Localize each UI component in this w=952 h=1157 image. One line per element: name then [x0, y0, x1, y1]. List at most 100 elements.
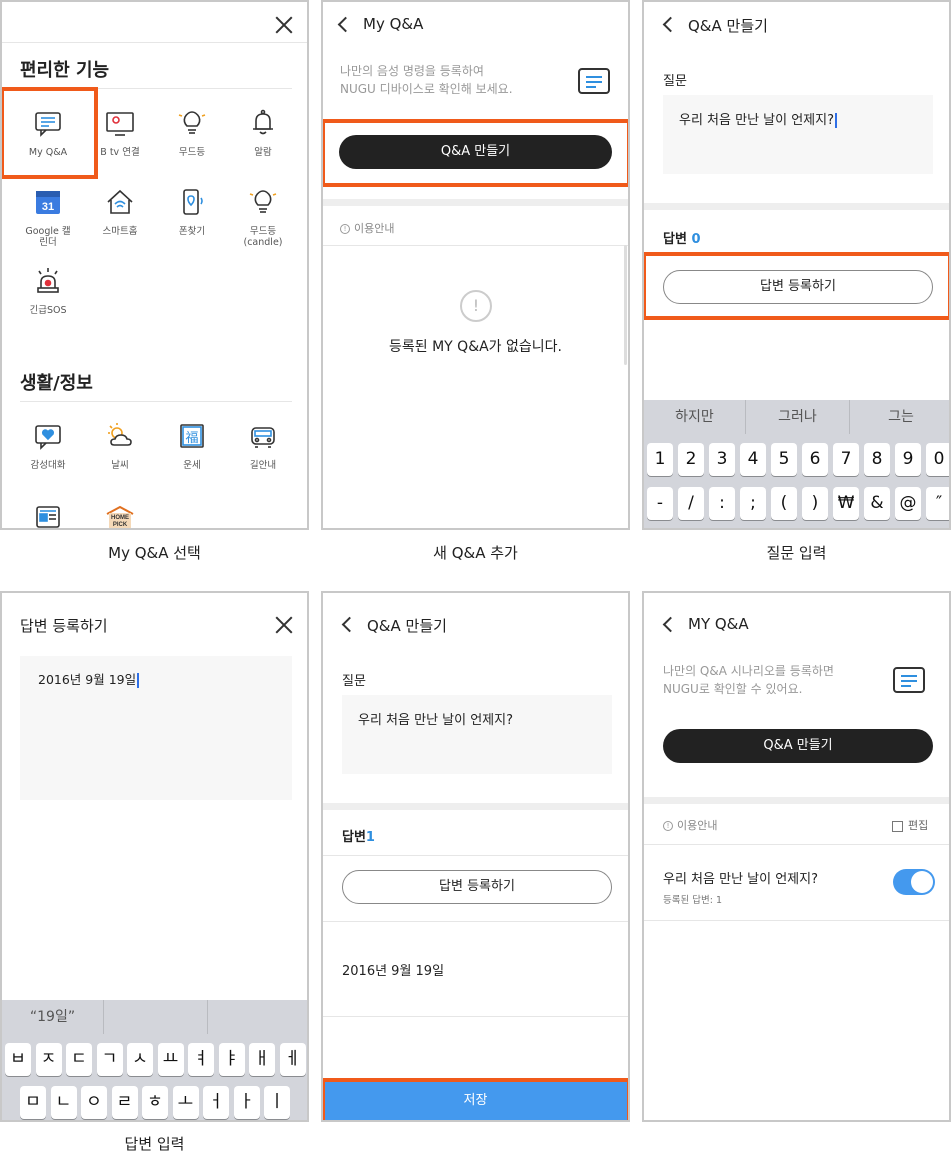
key[interactable]: ₩: [833, 487, 859, 520]
back-icon[interactable]: [341, 616, 358, 633]
answer-item[interactable]: 2016년 9월 19일: [342, 960, 444, 979]
key[interactable]: ㅁ: [20, 1086, 46, 1119]
back-icon[interactable]: [662, 16, 679, 33]
key[interactable]: ㅈ: [35, 1043, 62, 1076]
feature-label: 폰찾기: [178, 226, 206, 237]
answer-label: 답변 0: [663, 232, 701, 247]
key[interactable]: ㅎ: [142, 1086, 168, 1119]
siren-icon: [33, 266, 63, 296]
key[interactable]: ㅓ: [203, 1086, 229, 1119]
numeric-keyboard: 하지만 그러나 그는 1 2 3 4 5 6 7 8 9 0 - /:;() ₩ & @ ″: [644, 400, 949, 528]
key[interactable]: 6: [802, 443, 828, 476]
answer-field[interactable]: 2016년 9월 19일: [20, 656, 292, 800]
caption-3: 질문 입력: [766, 544, 827, 562]
edit-button[interactable]: 편집: [892, 817, 928, 833]
feature-bulb[interactable]: 무드등 (candle): [226, 187, 300, 248]
key[interactable]: ㅕ: [188, 1043, 214, 1076]
key[interactable]: ㄷ: [66, 1043, 92, 1076]
key[interactable]: ㅛ: [157, 1043, 184, 1076]
feature-label: 날씨: [111, 460, 129, 471]
feature-phone[interactable]: 폰찾기: [155, 187, 229, 237]
suggestion-2[interactable]: 그러나: [746, 400, 849, 434]
qa-item-title[interactable]: 우리 처음 만난 날이 언제지?: [663, 868, 818, 887]
suggestion-1[interactable]: “19일”: [2, 1000, 103, 1034]
feature-fortune[interactable]: 福 운세: [155, 421, 229, 471]
key[interactable]: &: [864, 487, 890, 520]
calendar-icon: 31: [33, 187, 63, 217]
question-field[interactable]: 우리 처음 만난 날이 언제지?: [663, 95, 933, 174]
page-title: Q&A 만들기: [688, 17, 768, 35]
key[interactable]: 0: [926, 443, 949, 476]
question-field[interactable]: 우리 처음 만난 날이 언제지?: [342, 695, 612, 774]
feature-news[interactable]: [11, 502, 85, 528]
key[interactable]: 4: [740, 443, 766, 476]
qa-item-toggle[interactable]: [893, 869, 935, 895]
key[interactable]: ㅐ: [249, 1043, 275, 1076]
feature-bulb[interactable]: 무드등: [155, 108, 229, 158]
back-icon[interactable]: [662, 616, 679, 633]
phone-icon: [177, 187, 207, 217]
key[interactable]: 5: [771, 443, 797, 476]
panel-my-qa-empty: My Q&A 나만의 음성 명령을 등록하여 NUGU 디바이스로 확인해 보세…: [321, 0, 630, 530]
register-answer-button[interactable]: 답변 등록하기: [342, 870, 612, 904]
answer-text: 2016년 9월 19일: [38, 672, 137, 687]
key[interactable]: 9: [895, 443, 921, 476]
highlight-save-button: [323, 1078, 628, 1120]
empty-alert-icon: !: [460, 290, 492, 322]
key[interactable]: 1: [647, 443, 673, 476]
info-link[interactable]: ! 이용안내: [340, 220, 394, 236]
key[interactable]: ): [802, 487, 828, 520]
korean-keyboard: “19일” ㅂㅈㄷㄱㅅㅛㅕㅑㅐㅔㅁㄴㅇㄹㅎㅗㅓㅏㅣ: [2, 1000, 307, 1120]
feature-weather[interactable]: 날씨: [83, 421, 157, 471]
key[interactable]: ㅔ: [279, 1043, 306, 1076]
bulb-icon: [177, 108, 207, 138]
key[interactable]: ㅗ: [172, 1086, 199, 1119]
key[interactable]: ㄴ: [50, 1086, 77, 1119]
scrollbar[interactable]: [624, 245, 627, 365]
feature-calendar[interactable]: 31 Google 캘 린더: [11, 187, 85, 248]
key[interactable]: ㅅ: [127, 1043, 153, 1076]
close-icon[interactable]: [275, 616, 293, 634]
create-qa-button[interactable]: Q&A 만들기: [663, 729, 933, 763]
key[interactable]: ㄱ: [96, 1043, 123, 1076]
feature-label: Google 캘 린더: [25, 226, 71, 248]
fortune-icon: 福: [177, 421, 207, 451]
key[interactable]: /: [678, 487, 704, 520]
key[interactable]: ㅣ: [264, 1086, 290, 1119]
key[interactable]: ㅇ: [81, 1086, 107, 1119]
key[interactable]: -: [647, 487, 673, 520]
back-icon[interactable]: [337, 16, 354, 33]
key[interactable]: ;: [740, 487, 766, 520]
key[interactable]: (: [771, 487, 797, 520]
key[interactable]: ㅑ: [218, 1043, 245, 1076]
key[interactable]: ㅂ: [5, 1043, 31, 1076]
feature-homepick[interactable]: HOME PICK: [83, 502, 157, 528]
feature-label: 스마트홈: [102, 226, 138, 237]
suggestion-1[interactable]: 하지만: [644, 400, 745, 434]
feature-siren[interactable]: 긴급SOS: [11, 266, 85, 316]
qa-item-subtitle: 등록된 답변: 1: [663, 895, 722, 906]
key[interactable]: @: [895, 487, 921, 520]
feature-home[interactable]: 스마트홈: [83, 187, 157, 237]
heart-chat-icon: [33, 421, 63, 451]
key[interactable]: :: [709, 487, 735, 520]
car-icon: [248, 421, 278, 451]
suggestion-3[interactable]: 그는: [850, 400, 949, 434]
feature-label: 운세: [183, 460, 201, 471]
key[interactable]: 3: [709, 443, 735, 476]
info-link[interactable]: ! 이용안내: [663, 817, 717, 833]
feature-car[interactable]: 길안내: [226, 421, 300, 471]
key[interactable]: 8: [864, 443, 890, 476]
key[interactable]: 2: [678, 443, 704, 476]
key[interactable]: 7: [833, 443, 859, 476]
description: 나만의 음성 명령을 등록하여 NUGU 디바이스로 확인해 보세요.: [340, 64, 513, 96]
key[interactable]: ㅏ: [233, 1086, 260, 1119]
feature-heart-chat[interactable]: 감성대화: [11, 421, 85, 471]
key[interactable]: ″: [926, 487, 949, 520]
close-icon[interactable]: [275, 16, 293, 34]
empty-message: 등록된 MY Q&A가 없습니다.: [389, 339, 562, 355]
feature-bell[interactable]: 알람: [226, 108, 300, 158]
message-icon: [578, 68, 610, 94]
key[interactable]: ㄹ: [111, 1086, 138, 1119]
question-text: 우리 처음 만난 날이 언제지?: [358, 713, 513, 728]
